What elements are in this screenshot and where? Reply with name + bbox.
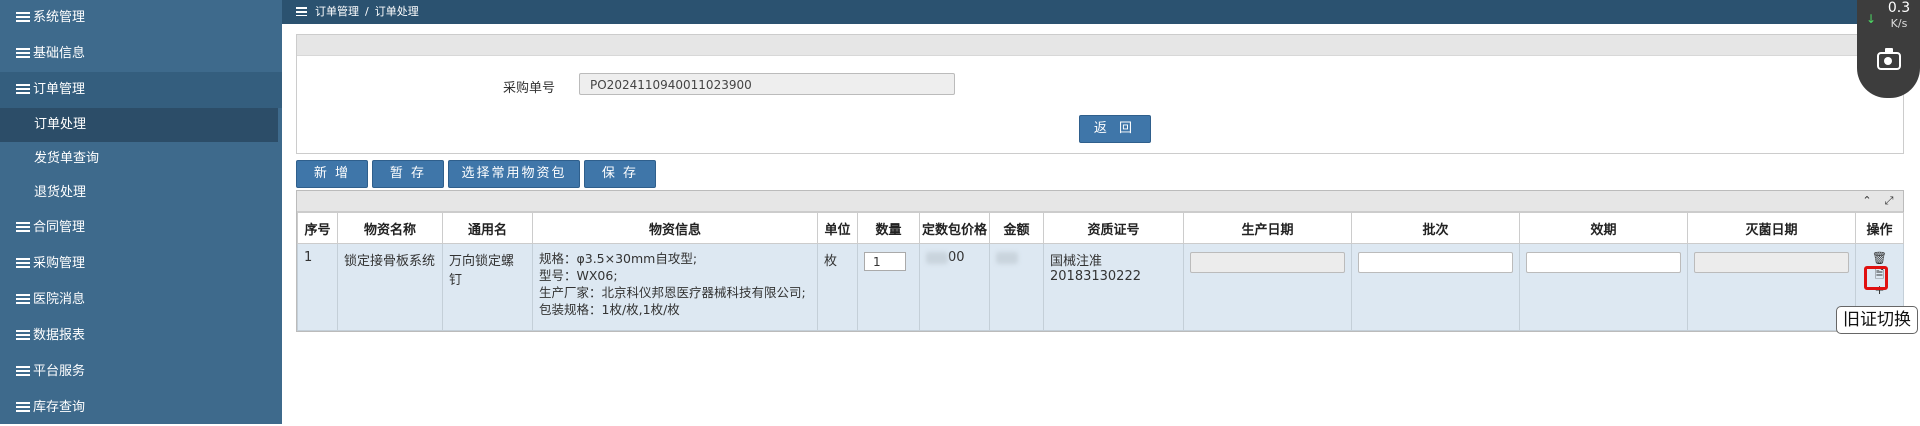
list-icon: [16, 222, 30, 232]
cell-expiry: [1519, 243, 1688, 331]
price-suffix: 00: [948, 250, 965, 265]
draft-button[interactable]: 暂 存: [372, 160, 444, 188]
cell-unit: 枚: [817, 243, 858, 331]
col-header: 物资名称: [337, 212, 443, 244]
col-header: 资质证号: [1043, 212, 1184, 244]
col-header: 操作: [1855, 212, 1904, 244]
breadcrumb-parent[interactable]: 订单管理: [315, 5, 359, 18]
info-model: 型号：WX06;: [539, 268, 618, 283]
cell-price: 00: [919, 243, 990, 331]
col-header: 批次: [1351, 212, 1520, 244]
col-header: 数量: [857, 212, 920, 244]
sidebar-item-reports[interactable]: 数据报表: [0, 318, 282, 354]
info-package: 包装规格：1枚/枚,1枚/枚: [539, 302, 680, 317]
menu-icon[interactable]: [296, 7, 307, 16]
download-arrow-icon: ↓: [1866, 12, 1877, 26]
table-header-row: 序号 物资名称 通用名 物资信息 单位 数量 定数包价格 金额 资质证号 生产日…: [297, 212, 1904, 244]
list-icon: [16, 330, 30, 340]
collapse-icon[interactable]: ⌃: [1859, 193, 1875, 209]
cell-cert: 国械注准20183130222: [1043, 243, 1184, 331]
po-number-label: 采购单号: [503, 81, 556, 96]
redacted-mark: [996, 251, 1018, 264]
speed-unit: K/s: [1890, 17, 1908, 30]
info-manufacturer: 生产厂家：北京科仪邦恩医疗器械科技有限公司;: [539, 285, 806, 300]
production-date-field: [1190, 252, 1345, 273]
cell-info: 规格：φ3.5×30mm自攻型; 型号：WX06; 生产厂家：北京科仪邦恩医疗器…: [532, 243, 818, 331]
sidebar-item-procurement[interactable]: 采购管理: [0, 246, 282, 282]
speed-value: 0.3: [1887, 0, 1911, 16]
table-row[interactable]: 1 锁定接骨板系统 万向锁定螺钉 规格：φ3.5×30mm自攻型; 型号：WX0…: [297, 243, 1904, 331]
sidebar-item-contracts[interactable]: 合同管理: [0, 210, 282, 246]
cell-generic-name: 万向锁定螺钉: [442, 243, 533, 331]
batch-input[interactable]: [1358, 252, 1513, 273]
list-icon: [16, 366, 30, 376]
cell-qty: 1: [857, 243, 920, 331]
expiry-input[interactable]: [1526, 252, 1681, 273]
cell-name: 锁定接骨板系统: [337, 243, 443, 331]
list-icon: [16, 402, 30, 412]
quantity-input[interactable]: 1: [864, 252, 906, 271]
po-row: 采购单号 PO2024110940011023900: [297, 73, 1903, 97]
col-header: 序号: [297, 212, 338, 244]
fullscreen-icon[interactable]: ⤢: [1881, 193, 1897, 209]
trash-icon[interactable]: 🗑: [1856, 250, 1903, 266]
highlight-box: [1864, 266, 1888, 290]
cell-amount: [989, 243, 1044, 331]
sterilization-date-field: [1694, 252, 1849, 273]
panel-header: [297, 35, 1903, 56]
cell-production-date: [1183, 243, 1352, 331]
breadcrumb: 订单管理 / 订单处理: [282, 0, 1920, 24]
list-icon: [16, 84, 30, 94]
col-header: 定数包价格: [919, 212, 990, 244]
sidebar-subitem-shipment-query[interactable]: 发货单查询: [0, 142, 278, 176]
save-button[interactable]: 保 存: [584, 160, 656, 188]
sidebar-item-hospital-messages[interactable]: 医院消息: [0, 282, 282, 318]
col-header: 通用名: [442, 212, 533, 244]
back-button[interactable]: 返 回: [1079, 115, 1151, 143]
tooltip: 旧证切换: [1836, 306, 1918, 334]
sidebar-item-inventory[interactable]: 库存查询: [0, 390, 282, 426]
po-number-field[interactable]: PO2024110940011023900: [579, 73, 955, 95]
cell-index: 1: [297, 243, 338, 331]
order-form-panel: 采购单号 PO2024110940011023900 返 回: [296, 34, 1904, 154]
breadcrumb-current: 订单处理: [374, 5, 419, 18]
grid-header: ⌃ ⤢: [297, 191, 1903, 212]
add-button[interactable]: 新 增: [296, 160, 368, 188]
sidebar-subitem-returns[interactable]: 退货处理: [0, 176, 278, 210]
choose-package-button[interactable]: 选择常用物资包: [448, 160, 580, 188]
list-icon: [16, 294, 30, 304]
cell-batch: [1351, 243, 1520, 331]
network-speed-widget[interactable]: ↓ 0.3 K/s: [1857, 0, 1920, 98]
breadcrumb-separator: /: [365, 5, 369, 18]
items-table: 序号 物资名称 通用名 物资信息 单位 数量 定数包价格 金额 资质证号 生产日…: [297, 212, 1904, 331]
sidebar-item-platform-services[interactable]: 平台服务: [0, 354, 282, 390]
col-header: 单位: [817, 212, 858, 244]
list-icon: [16, 48, 30, 58]
col-header: 生产日期: [1183, 212, 1352, 244]
col-header: 物资信息: [532, 212, 818, 244]
info-spec: 规格：φ3.5×30mm自攻型;: [539, 251, 698, 266]
col-header: 灭菌日期: [1687, 212, 1856, 244]
list-icon: [16, 12, 30, 22]
cell-sterilization-date: [1687, 243, 1856, 331]
main-content: 采购单号 PO2024110940011023900 返 回 新 增 暂 存 选…: [282, 24, 1920, 424]
sidebar-item-orders[interactable]: 订单管理: [0, 72, 282, 108]
list-icon: [16, 258, 30, 268]
sidebar-item-system[interactable]: 系统管理: [0, 0, 282, 36]
redacted-mark: [926, 251, 948, 264]
items-grid: ⌃ ⤢ 序号 物资名称 通用名 物资信息 单位 数量 定数包价格 金额 资质证号…: [296, 190, 1904, 332]
sidebar: 系统管理 基础信息 订单管理 订单处理 发货单查询 退货处理 合同管理 采购管理…: [0, 0, 282, 424]
camera-icon[interactable]: [1877, 48, 1901, 70]
col-header: 效期: [1519, 212, 1688, 244]
sidebar-item-basic-info[interactable]: 基础信息: [0, 36, 282, 72]
sidebar-subitem-order-processing[interactable]: 订单处理: [0, 108, 278, 142]
col-header: 金额: [989, 212, 1044, 244]
